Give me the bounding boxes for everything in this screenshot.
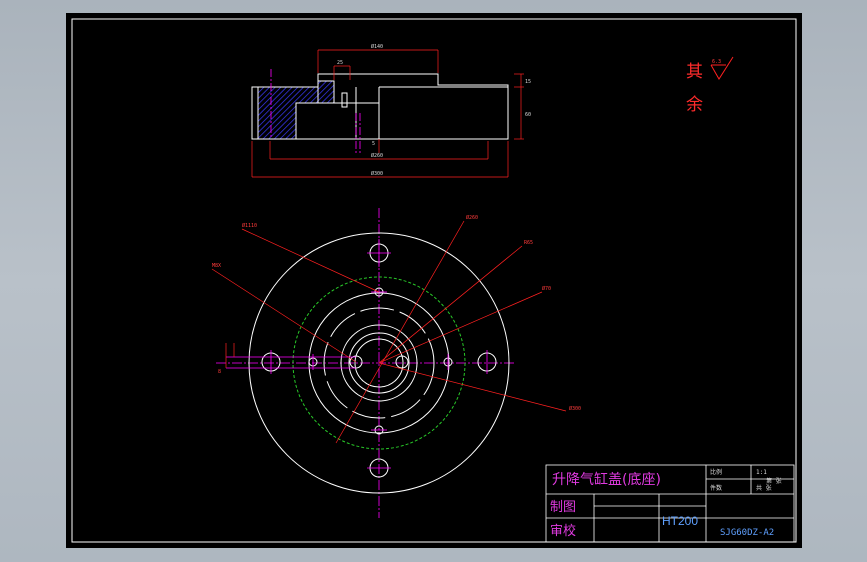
cad-drawing: Ø140 25 15 60 5 Ø260 Ø300 Ø1110 M8X Ø260… [71, 18, 797, 543]
rest-note-text-1: 其 [686, 62, 703, 82]
sheet-value: 第 张 [766, 477, 782, 485]
material: HT200 [662, 514, 698, 528]
hatch-section-pocket [317, 80, 335, 104]
checked-label: 审校 [550, 523, 576, 539]
dim-chamfer: 5 [372, 141, 375, 147]
front-view [216, 208, 516, 518]
callout-depth: 8 [218, 369, 221, 375]
drawing-number: SJG60DZ-A2 [720, 528, 774, 538]
dim-inner-diameter: Ø260 [371, 152, 383, 159]
callout-hole-small: Ø1110 [242, 222, 257, 229]
section-view [251, 73, 509, 140]
dim-height-right: 60 [525, 112, 531, 118]
dim-top-diameter: Ø140 [371, 43, 383, 50]
callout-circle-large: Ø260 [466, 214, 478, 221]
callout-hole-left: M8X [212, 263, 221, 269]
front-view-leaders [211, 220, 567, 444]
callout-circle-mid: R65 [524, 240, 533, 246]
drawing-sheet: Ø140 25 15 60 5 Ø260 Ø300 Ø1110 M8X Ø260… [66, 13, 802, 548]
qty-label: 件数 [710, 484, 722, 492]
dim-small-width: 25 [337, 60, 343, 66]
scale-value: 1:1 [756, 469, 767, 476]
part-name: 升降气缸盖(底座) [552, 471, 661, 488]
rest-note-text-2: 余 [686, 95, 703, 115]
drawn-label: 制图 [550, 500, 576, 515]
callout-circle-outer: Ø300 [569, 405, 581, 412]
hatch-section-left [257, 86, 319, 140]
dim-height-top: 15 [525, 79, 531, 85]
scale-label: 比例 [710, 468, 722, 476]
callout-circle-r: Ø70 [542, 285, 551, 292]
roughness-value: 6.3 [712, 59, 721, 65]
sheet-label: 共 张 [756, 484, 772, 492]
dim-outer-diameter: Ø300 [371, 170, 383, 177]
